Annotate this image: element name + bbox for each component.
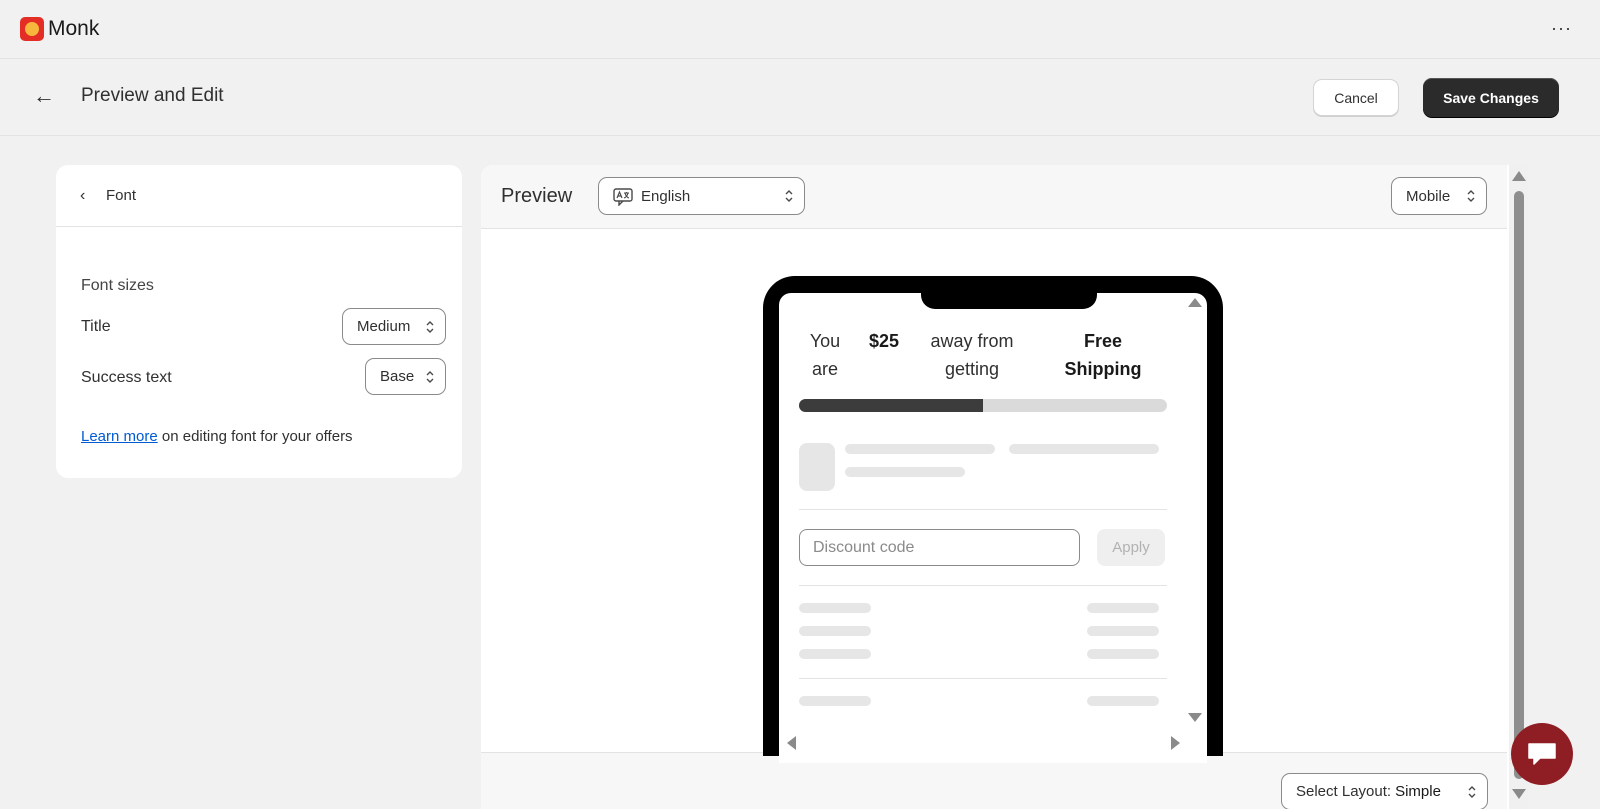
phone-notch bbox=[921, 293, 1097, 309]
save-changes-button[interactable]: Save Changes bbox=[1423, 78, 1559, 117]
device-value: Mobile bbox=[1406, 187, 1451, 205]
skeleton-line bbox=[799, 649, 871, 659]
brand-name: Monk bbox=[48, 17, 100, 40]
divider bbox=[799, 678, 1167, 679]
chevron-updown-icon bbox=[426, 370, 434, 383]
inner-scroll-up-icon[interactable] bbox=[1188, 298, 1202, 307]
layout-value: Simple bbox=[1395, 783, 1441, 800]
learn-more-text: Learn more on editing font for your offe… bbox=[81, 428, 353, 445]
message-word-are: are bbox=[811, 359, 838, 379]
inner-scroll-right-icon[interactable] bbox=[1171, 736, 1180, 750]
layout-label: Select Layout: bbox=[1296, 783, 1392, 800]
chevron-updown-icon bbox=[1467, 190, 1475, 202]
font-settings-card: ‹ Font Font sizes Title Medium Success t… bbox=[56, 165, 462, 478]
skeleton-line bbox=[799, 603, 871, 613]
title-size-value: Medium bbox=[357, 318, 411, 335]
arrow-left-icon: ← bbox=[33, 83, 55, 108]
chevron-left-icon: ‹ bbox=[80, 186, 86, 204]
skeleton-line bbox=[845, 467, 965, 477]
inner-scroll-left-icon[interactable] bbox=[787, 736, 796, 750]
phone-screen: You are $25 away from getting Free Shipp… bbox=[779, 293, 1207, 763]
chevron-updown-icon bbox=[785, 190, 793, 202]
message-away: away from getting bbox=[917, 327, 1027, 383]
inner-scroll-down-icon[interactable] bbox=[1188, 713, 1202, 722]
skeleton-line bbox=[1087, 696, 1159, 706]
divider bbox=[799, 585, 1167, 586]
chevron-updown-icon bbox=[1468, 785, 1476, 798]
success-text-size-label: Success text bbox=[81, 369, 172, 386]
top-bar: Monk ··· bbox=[0, 0, 1600, 59]
title-size-label: Title bbox=[81, 318, 111, 335]
skeleton-line bbox=[1009, 444, 1159, 454]
message-free-shipping: Free Shipping bbox=[1047, 327, 1159, 383]
skeleton-line bbox=[845, 444, 995, 454]
cancel-button[interactable]: Cancel bbox=[1313, 79, 1399, 116]
scrollbar-thumb[interactable] bbox=[1514, 191, 1524, 779]
skeleton-line bbox=[1087, 649, 1159, 659]
message-amount: $25 bbox=[868, 331, 900, 351]
chat-button[interactable] bbox=[1511, 723, 1573, 785]
preview-title: Preview bbox=[501, 185, 573, 207]
message-you: You are bbox=[805, 327, 845, 383]
learn-more-suffix: on editing font for your offers bbox=[157, 428, 353, 445]
success-text-size-value: Base bbox=[380, 368, 415, 385]
apply-button[interactable]: Apply bbox=[1097, 529, 1165, 566]
scroll-down-arrow-icon[interactable] bbox=[1512, 789, 1526, 799]
preview-scrollbar[interactable] bbox=[1509, 165, 1528, 809]
success-text-size-select[interactable]: Base bbox=[365, 358, 446, 395]
discount-code-input[interactable]: Discount code bbox=[799, 529, 1080, 566]
more-options-button[interactable]: ··· bbox=[1551, 18, 1572, 39]
scroll-up-arrow-icon[interactable] bbox=[1512, 171, 1526, 181]
skeleton-line bbox=[1087, 626, 1159, 636]
language-value: English bbox=[641, 187, 691, 205]
app-root: Monk ··· ← Preview and Edit Cancel Save … bbox=[0, 0, 1600, 809]
translate-icon bbox=[613, 188, 633, 206]
skeleton-line bbox=[799, 626, 871, 636]
message-word-free: Free bbox=[1083, 331, 1123, 351]
message-word-you: You bbox=[809, 331, 841, 351]
font-sizes-label: Font sizes bbox=[81, 277, 154, 294]
message-word-shipping: Shipping bbox=[1064, 359, 1142, 379]
title-size-select[interactable]: Medium bbox=[342, 308, 446, 345]
skeleton-line bbox=[1087, 603, 1159, 613]
divider bbox=[799, 509, 1167, 510]
settings-title: Font bbox=[106, 187, 137, 204]
skeleton-thumbnail bbox=[799, 443, 835, 491]
page-title: Preview and Edit bbox=[81, 85, 224, 106]
preview-header: Preview English Mobile bbox=[481, 165, 1507, 229]
page-header: ← Preview and Edit Cancel Save Changes bbox=[0, 60, 1600, 136]
skeleton-line bbox=[799, 696, 871, 706]
shipping-progress-bar bbox=[799, 399, 1167, 412]
progress-fill bbox=[799, 399, 983, 412]
phone-frame: You are $25 away from getting Free Shipp… bbox=[763, 276, 1223, 763]
layout-select[interactable]: Select Layout: Simple bbox=[1281, 773, 1488, 809]
font-settings-header[interactable]: ‹ Font bbox=[56, 165, 462, 227]
learn-more-link[interactable]: Learn more bbox=[81, 428, 158, 445]
language-select[interactable]: English bbox=[598, 177, 805, 215]
chat-icon bbox=[1528, 743, 1556, 765]
device-select[interactable]: Mobile bbox=[1391, 177, 1487, 215]
message-word-away-from: away from bbox=[930, 331, 1014, 351]
message-word-getting: getting bbox=[944, 359, 1000, 379]
back-button[interactable]: ← bbox=[30, 82, 58, 110]
monk-logo-icon bbox=[20, 17, 44, 41]
chevron-updown-icon bbox=[426, 320, 434, 333]
